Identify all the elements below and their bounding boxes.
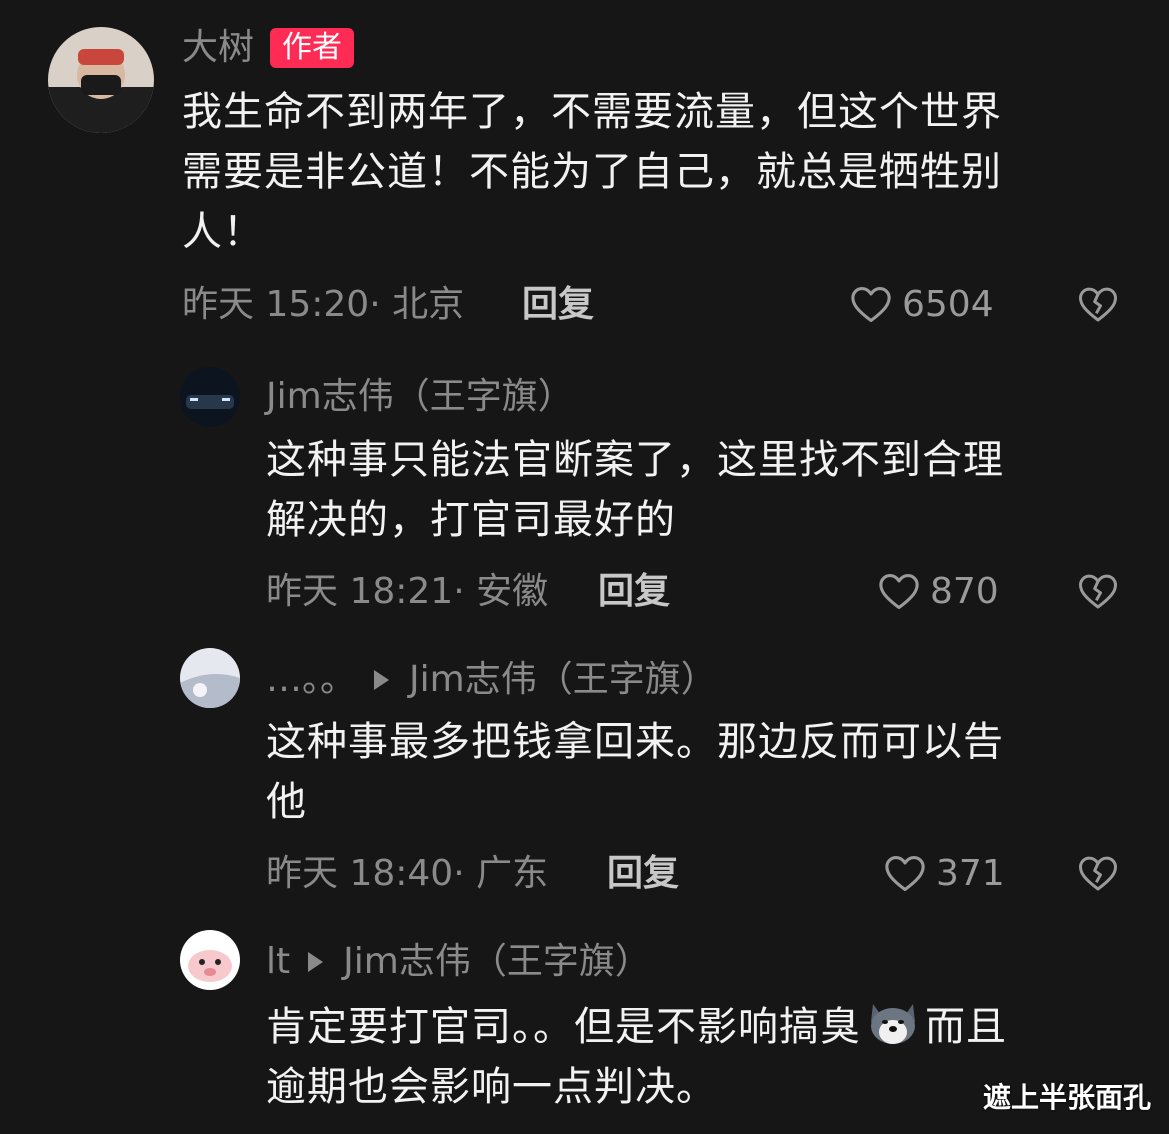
- comment-line: 需要是非公道！不能为了自己，就总是牺牲别: [182, 149, 1002, 195]
- comment-line: 他: [266, 779, 307, 825]
- dislike-button[interactable]: [1078, 854, 1118, 894]
- username[interactable]: …。。: [266, 662, 356, 698]
- avatar[interactable]: [48, 27, 154, 133]
- heart-icon: [879, 574, 919, 610]
- timestamp-location: 昨天 18:40· 广东: [266, 853, 549, 894]
- comment-meta: 昨天 15:20· 北京 回复 6504: [182, 280, 1132, 330]
- comment-line: 人！: [182, 209, 264, 255]
- reply-button[interactable]: 回复: [607, 849, 679, 899]
- reply-button[interactable]: 回复: [598, 567, 670, 617]
- reply-arrow-icon: [308, 952, 324, 972]
- heart-icon: [851, 287, 891, 323]
- comment-line: 解决的，打官司最好的: [266, 497, 676, 543]
- husky-dog-emoji-icon: [865, 996, 921, 1048]
- comment-author-row: 大树 作者: [182, 28, 355, 68]
- comment-line: 我生命不到两年了，不需要流量，但这个世界: [182, 89, 1002, 135]
- author-badge: 作者: [270, 28, 355, 68]
- like-count: 6504: [902, 284, 994, 325]
- comment-meta: 昨天 18:21· 安徽 回复 870: [266, 567, 1132, 617]
- comment-line: 这种事只能法官断案了，这里找不到合理: [266, 437, 1004, 483]
- username[interactable]: 大树: [182, 30, 254, 66]
- comment-meta: 昨天 18:40· 广东 回复 371: [266, 849, 1132, 899]
- heart-icon: [885, 856, 925, 892]
- like-button[interactable]: 371: [884, 849, 1005, 899]
- comment-item: 大树 作者 我生命不到两年了，不需要流量，但这个世界 需要是非公道！不能为了自己…: [0, 0, 1169, 340]
- timestamp-location: 昨天 15:20· 北京: [182, 284, 465, 325]
- comment-line: 逾期也会影响一点判决。: [266, 1064, 717, 1110]
- comment-text: 肯定要打官司。。但是不影响搞臭 而且 逾期也会影响一点判决。: [266, 996, 1007, 1117]
- like-button[interactable]: 870: [878, 567, 999, 617]
- reply-arrow-icon: [374, 670, 390, 690]
- comment-text: 这种事最多把钱拿回来。那边反而可以告 他: [266, 712, 1004, 832]
- comment-line: 肯定要打官司。。但是不影响搞臭 而且: [266, 996, 1007, 1057]
- watermark: 遮上半张面孔: [982, 1081, 1151, 1114]
- dislike-button[interactable]: [1078, 285, 1118, 325]
- comment-text: 我生命不到两年了，不需要流量，但这个世界 需要是非公道！不能为了自己，就总是牺牲…: [182, 82, 1002, 262]
- comment-text-segment: 肯定要打官司。。但是不影响搞臭: [266, 1004, 861, 1050]
- comment-text: 这种事只能法官断案了，这里找不到合理 解决的，打官司最好的: [266, 430, 1004, 550]
- username[interactable]: lt: [266, 944, 290, 980]
- comment-author-row: …。。 Jim志伟（王字旗）: [266, 660, 717, 700]
- replied-username[interactable]: Jim志伟（王字旗）: [343, 944, 651, 980]
- broken-heart-icon: [1079, 287, 1117, 322]
- reply-item: Jim志伟（王字旗） 这种事只能法官断案了，这里找不到合理 解决的，打官司最好的…: [0, 345, 1169, 625]
- like-count: 371: [936, 853, 1005, 894]
- comment-line: 这种事最多把钱拿回来。那边反而可以告: [266, 719, 1004, 765]
- dislike-button[interactable]: [1078, 572, 1118, 612]
- avatar[interactable]: [180, 648, 240, 708]
- comment-author-row: Jim志伟（王字旗）: [266, 377, 574, 417]
- comment-author-row: lt Jim志伟（王字旗）: [266, 942, 651, 982]
- like-count: 870: [930, 571, 999, 612]
- replied-username[interactable]: Jim志伟（王字旗）: [409, 662, 717, 698]
- username[interactable]: Jim志伟（王字旗）: [266, 379, 574, 415]
- broken-heart-icon: [1079, 574, 1117, 609]
- timestamp-location: 昨天 18:21· 安徽: [266, 571, 549, 612]
- avatar[interactable]: [180, 930, 240, 990]
- avatar[interactable]: [180, 367, 240, 427]
- comment-text-segment: 而且: [925, 1004, 1007, 1050]
- broken-heart-icon: [1079, 856, 1117, 891]
- reply-button[interactable]: 回复: [522, 280, 594, 330]
- reply-item: …。。 Jim志伟（王字旗） 这种事最多把钱拿回来。那边反而可以告 他 昨天 1…: [0, 627, 1169, 907]
- like-button[interactable]: 6504: [850, 280, 994, 330]
